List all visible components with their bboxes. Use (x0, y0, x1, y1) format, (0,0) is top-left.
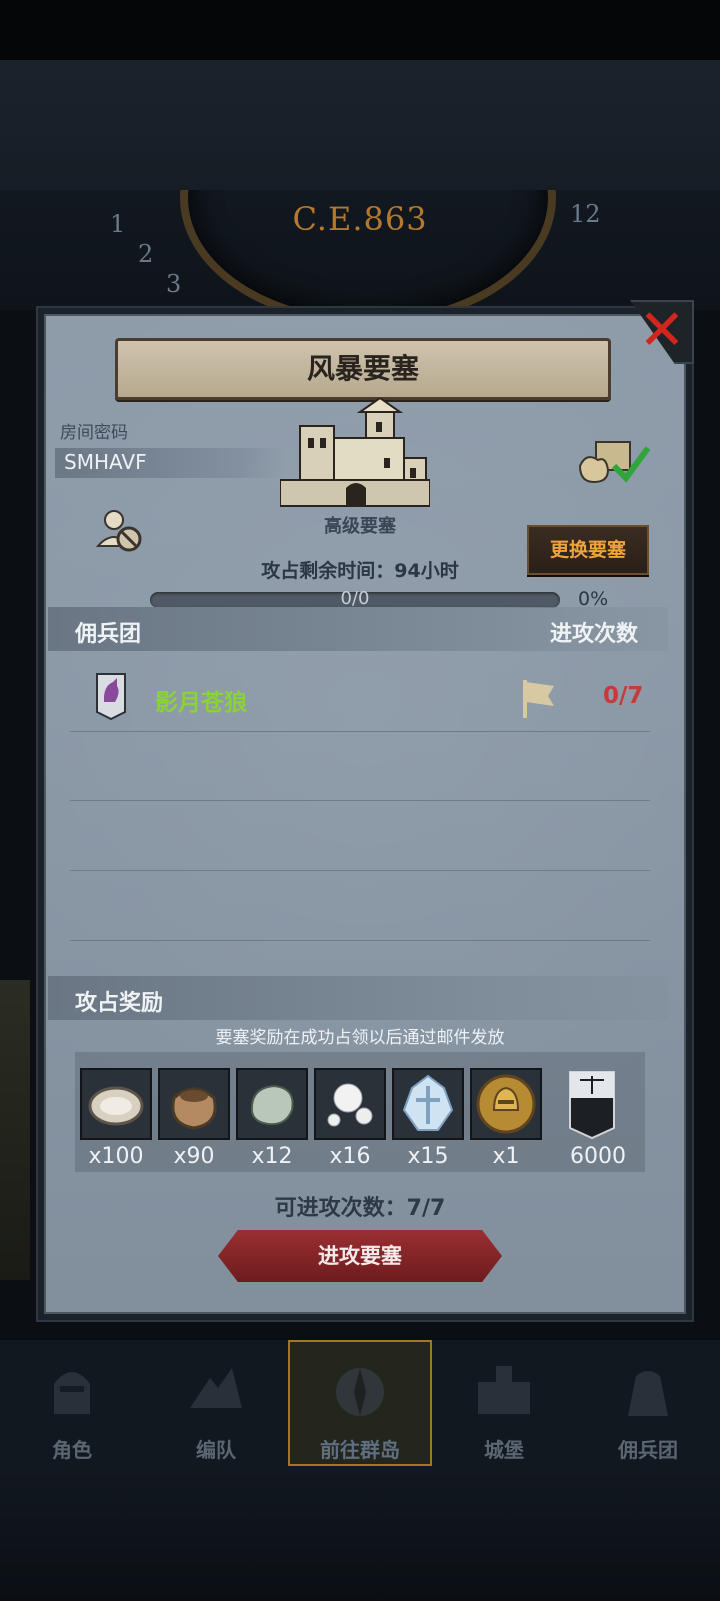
reward-qty: x12 (251, 1144, 293, 1169)
reward-qty: x90 (173, 1144, 215, 1169)
nav-formation[interactable]: 编队 (144, 1340, 288, 1466)
mercenary-attack-count: 0/7 (603, 683, 644, 709)
room-label: 房间密码 (60, 423, 128, 443)
castle-icon (478, 1366, 530, 1414)
nav-character[interactable]: 角色 (0, 1340, 144, 1466)
nav-label: 前往群岛 (320, 1438, 400, 1462)
nav-label: 编队 (196, 1438, 236, 1462)
fortress-castle-icon (280, 398, 430, 507)
footer-area (0, 1466, 720, 1601)
room-code: SMHAVF (64, 450, 147, 474)
dial-number: 3 (166, 270, 182, 298)
flag-icon (523, 680, 554, 718)
mercenary-section-title: 佣兵团 (75, 622, 142, 647)
attack-times-left: 可进攻次数：7/7 (274, 1196, 446, 1221)
nav-islands[interactable]: 前往群岛 (288, 1340, 432, 1466)
knight-helmet-icon (54, 1372, 90, 1414)
nav-label: 佣兵团 (618, 1438, 678, 1462)
supplies-check-icon (578, 441, 650, 484)
dial-number: 2 (138, 240, 154, 268)
player-blocked-icon (96, 510, 142, 552)
remaining-time: 攻占剩余时间：94小时 (261, 560, 459, 582)
attack-count-header: 进攻次数 (550, 622, 639, 647)
reward-qty: x16 (329, 1144, 371, 1169)
row-divider (70, 731, 650, 732)
reward-note: 要塞奖励在成功占领以后通过邮件发放 (215, 1028, 505, 1048)
nav-label: 城堡 (484, 1438, 524, 1462)
justice-banner-icon[interactable] (560, 1068, 624, 1140)
title-banner: 风暴要塞 (115, 338, 611, 400)
dial-number: 12 (570, 200, 601, 228)
row-divider (70, 870, 650, 871)
mercenary-icon (628, 1371, 668, 1416)
top-bar (0, 60, 720, 190)
oyster-icon[interactable] (80, 1068, 152, 1140)
jade-stone-icon[interactable] (236, 1068, 308, 1140)
pearls-icon[interactable] (314, 1068, 386, 1140)
formation-icon (190, 1368, 242, 1408)
row-divider (70, 800, 650, 801)
mercenary-name[interactable]: 影月苍狼 (155, 683, 247, 717)
compass-map-icon (336, 1368, 384, 1416)
era-label: C.E.863 (292, 200, 428, 238)
reward-section-title: 攻占奖励 (75, 991, 164, 1016)
reward-qty: x100 (88, 1144, 144, 1169)
dial-number: 1 (110, 210, 126, 238)
reward-qty: x1 (492, 1144, 520, 1169)
nav-mercenary[interactable]: 佣兵团 (576, 1340, 720, 1466)
progress-text: 0/0 (340, 588, 370, 609)
crystal-icon[interactable] (392, 1068, 464, 1140)
nav-castle[interactable]: 城堡 (432, 1340, 576, 1466)
row-divider (70, 940, 650, 941)
sack-icon[interactable] (158, 1068, 230, 1140)
top-black-strip (0, 0, 720, 60)
attack-fortress-button[interactable]: 进攻要塞 (218, 1230, 502, 1282)
panel-title: 风暴要塞 (306, 352, 419, 385)
nav-label: 角色 (52, 1438, 92, 1462)
gold-helmet-medal-icon[interactable] (470, 1068, 542, 1140)
reward-qty: 6000 (570, 1144, 626, 1169)
wolf-emblem-icon (96, 673, 126, 720)
reward-qty: x15 (407, 1144, 449, 1169)
era-dial: C.E.863 1 2 3 12 (0, 190, 720, 310)
close-x-icon[interactable]: ✕ (634, 303, 690, 359)
